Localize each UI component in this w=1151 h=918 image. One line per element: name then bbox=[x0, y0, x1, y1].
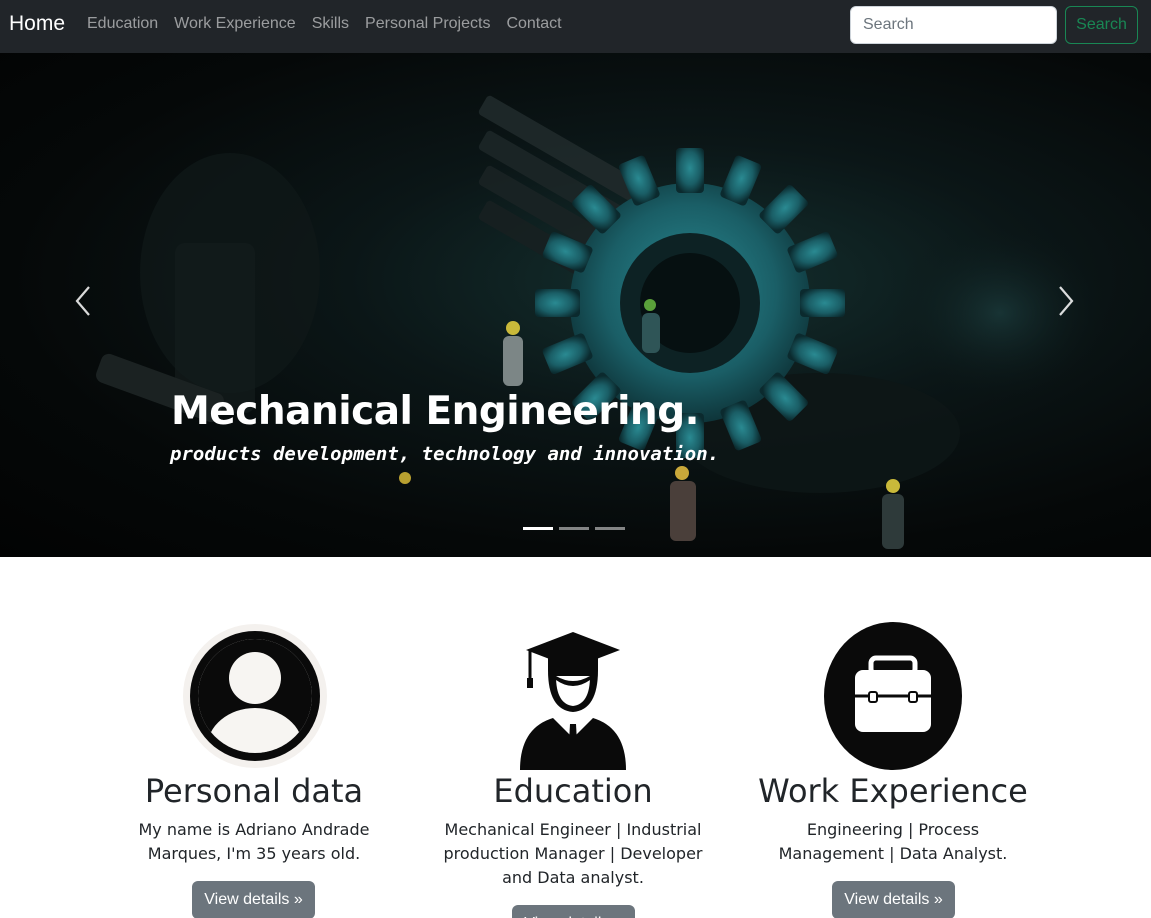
view-details-education-button[interactable]: View details » bbox=[512, 905, 635, 918]
carousel-caption-title: Mechanical Engineering. bbox=[171, 389, 699, 434]
carousel-indicator-3[interactable] bbox=[595, 527, 625, 530]
nav-link-personal-projects[interactable]: Personal Projects bbox=[365, 15, 490, 33]
nav-link-skills[interactable]: Skills bbox=[312, 15, 349, 33]
chevron-left-icon bbox=[75, 286, 90, 316]
card-text-education: Mechanical Engineer | Industrial product… bbox=[443, 820, 703, 887]
nav-link-education[interactable]: Education bbox=[87, 15, 158, 33]
graduate-icon bbox=[508, 620, 638, 772]
card-heading-education: Education bbox=[493, 772, 653, 810]
navbar: Home Education Work Experience Skills Pe… bbox=[0, 0, 1151, 53]
nav-link-work-experience[interactable]: Work Experience bbox=[174, 15, 296, 33]
brand-home-link[interactable]: Home bbox=[9, 12, 65, 36]
card-text-work-experience: Engineering | Process Management | Data … bbox=[778, 820, 1008, 863]
briefcase-icon bbox=[823, 620, 963, 772]
nav-link-contact[interactable]: Contact bbox=[506, 15, 561, 33]
card-heading-personal-data: Personal data bbox=[144, 772, 364, 810]
view-details-work-button[interactable]: View details » bbox=[832, 881, 955, 918]
card-text-personal-data: My name is Adriano Andrade Marques, I'm … bbox=[138, 820, 370, 863]
view-details-personal-button[interactable]: View details » bbox=[192, 881, 315, 918]
carousel-indicator-1[interactable] bbox=[523, 527, 553, 530]
search-input[interactable] bbox=[850, 6, 1057, 44]
carousel-indicators bbox=[523, 527, 625, 530]
search-button[interactable]: Search bbox=[1065, 6, 1138, 44]
hero-gear-image bbox=[96, 95, 1110, 549]
carousel-prev-button[interactable] bbox=[69, 283, 99, 319]
card-heading-work-experience: Work Experience bbox=[758, 772, 1028, 810]
hero-carousel: Mechanical Engineering. products develop… bbox=[0, 53, 1151, 557]
chevron-right-icon bbox=[1059, 286, 1074, 316]
nav-links: Education Work Experience Skills Persona… bbox=[87, 15, 562, 33]
carousel-indicator-2[interactable] bbox=[559, 527, 589, 530]
person-icon bbox=[179, 620, 331, 772]
carousel-next-button[interactable] bbox=[1050, 283, 1080, 319]
carousel-caption-subtitle: products development, technology and inn… bbox=[170, 443, 720, 465]
